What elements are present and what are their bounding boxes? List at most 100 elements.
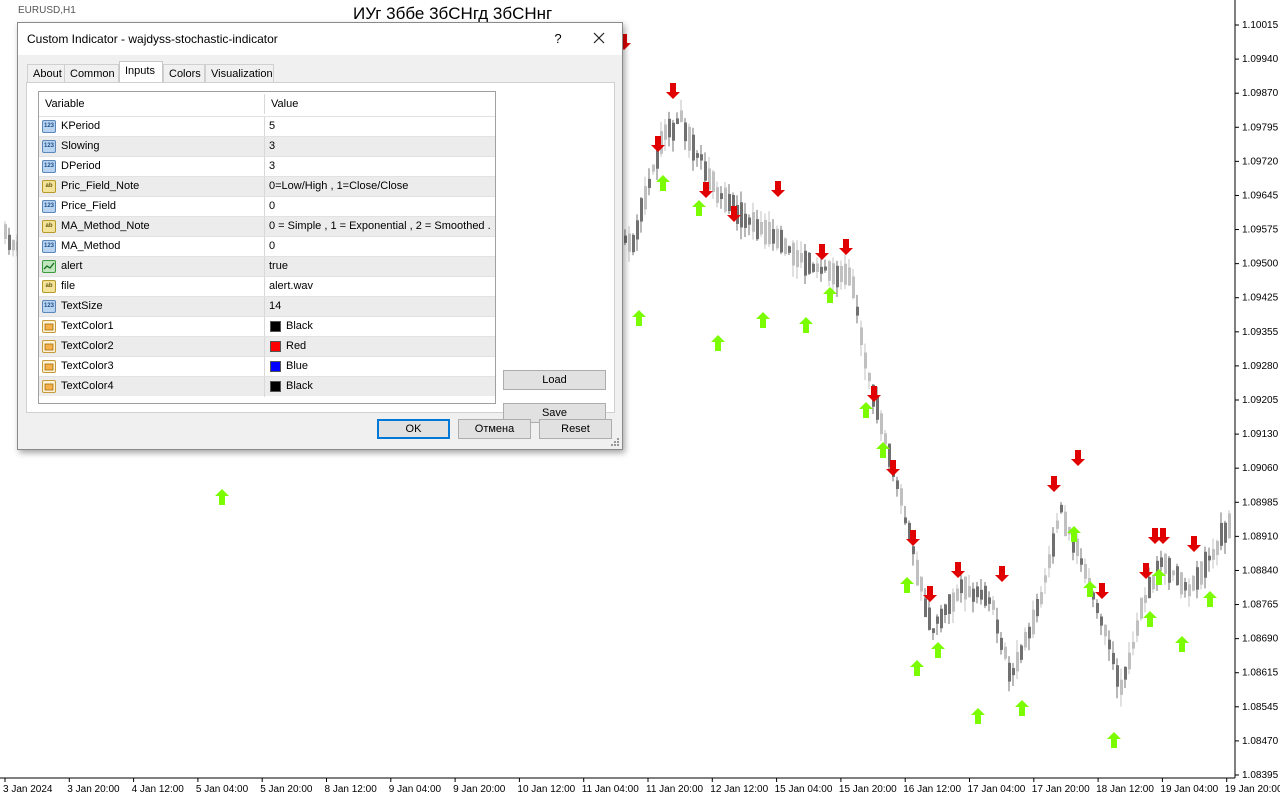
candle-body [1020, 645, 1023, 660]
time-label: 9 Jan 20:00 [453, 784, 506, 795]
candle-body [1228, 513, 1231, 539]
price-label: 1.09720 [1242, 156, 1279, 167]
reset-button[interactable]: Reset [539, 419, 612, 439]
candle-body [680, 110, 683, 122]
price-label: 1.09130 [1242, 429, 1279, 440]
variable-value[interactable]: 14 [269, 300, 491, 312]
dialog-titlebar[interactable]: Custom Indicator - wajdyss-stochastic-in… [18, 23, 622, 55]
variable-name: TextColor3 [61, 360, 114, 372]
color-swatch [270, 341, 281, 352]
variable-value[interactable]: alert.wav [269, 280, 491, 292]
grid-row-textcolor2[interactable]: TextColor2 Red [39, 336, 495, 357]
variable-name: KPeriod [61, 120, 101, 132]
variable-value[interactable]: 0 [269, 200, 491, 212]
close-button[interactable] [588, 27, 610, 49]
variable-value[interactable]: Black [286, 380, 491, 392]
header-value[interactable]: Value [271, 98, 298, 110]
time-label: 12 Jan 12:00 [710, 784, 768, 795]
resize-grip-icon[interactable] [608, 435, 620, 447]
candle-body [868, 372, 871, 382]
price-label: 1.08690 [1242, 634, 1279, 645]
grid-row-kperiod[interactable]: 123 KPeriod 5 [39, 116, 495, 137]
inputs-panel: Variable Value 123 KPeriod 5 123 Slowing 3 123… [26, 82, 615, 423]
column-separator [264, 377, 265, 397]
grid-row-file[interactable]: ab file alert.wav [39, 276, 495, 297]
grid-row-ma_method[interactable]: 123 MA_Method 0 [39, 236, 495, 257]
variable-name: TextColor2 [61, 340, 114, 352]
column-separator [264, 117, 265, 137]
header-variable[interactable]: Variable [45, 98, 85, 110]
candle-body [632, 234, 635, 253]
symbol-label: EURUSD,H1 [18, 5, 76, 16]
candle-body [1004, 646, 1007, 659]
grid-row-textsize[interactable]: 123 TextSize 14 [39, 296, 495, 317]
grid-row-textcolor4[interactable]: TextColor4 Black [39, 376, 495, 397]
tab-inputs[interactable]: Inputs [119, 61, 163, 82]
variable-value[interactable]: 0=Low/High , 1=Close/Close [269, 180, 491, 192]
variable-value[interactable]: Blue [286, 360, 491, 372]
candle-body [956, 588, 959, 601]
inputs-grid[interactable]: Variable Value 123 KPeriod 5 123 Slowing 3 123… [38, 91, 496, 404]
candle-body [716, 187, 719, 204]
candle-body [1084, 563, 1087, 579]
grid-row-price_field[interactable]: 123 Price_Field 0 [39, 196, 495, 217]
price-label: 1.09205 [1242, 395, 1279, 406]
candle-body [1008, 662, 1011, 682]
grid-row-pric_field_note[interactable]: ab Pric_Field_Note 0=Low/High , 1=Close/Cl… [39, 176, 495, 197]
candle-body [1220, 522, 1223, 546]
candle-body [764, 219, 767, 245]
variable-value[interactable]: 5 [269, 120, 491, 132]
grid-row-slowing[interactable]: 123 Slowing 3 [39, 136, 495, 157]
color-type-icon [42, 320, 56, 333]
candle-body [1112, 652, 1115, 665]
candle-body [960, 579, 963, 594]
candle-body [796, 250, 799, 268]
price-label: 1.09645 [1242, 190, 1279, 201]
grid-row-textcolor1[interactable]: TextColor1 Black [39, 316, 495, 337]
tab-about[interactable]: About [27, 64, 65, 82]
variable-value[interactable]: 0 = Simple , 1 = Exponential , 2 = Smoot… [269, 220, 491, 232]
ok-button[interactable]: OK [377, 419, 450, 439]
color-type-icon [42, 360, 56, 373]
tab-colors[interactable]: Colors [163, 64, 205, 82]
candle-body [1172, 570, 1175, 576]
candle-body [1128, 652, 1131, 670]
candle-body [800, 253, 803, 263]
candle-body [1136, 620, 1139, 636]
grid-row-dperiod[interactable]: 123 DPeriod 3 [39, 156, 495, 177]
price-label: 1.08470 [1242, 736, 1279, 747]
price-label: 1.09575 [1242, 225, 1279, 236]
candle-body [644, 186, 647, 210]
price-label: 1.08910 [1242, 531, 1279, 542]
load-button[interactable]: Load [503, 370, 606, 390]
time-label: 19 Jan 04:00 [1160, 784, 1218, 795]
candle-body [972, 588, 975, 602]
variable-value[interactable]: Red [286, 340, 491, 352]
variable-value[interactable]: 3 [269, 160, 491, 172]
variable-value[interactable]: Black [286, 320, 491, 332]
candle-body [948, 594, 951, 614]
grid-row-alert[interactable]: alert true [39, 256, 495, 277]
integer-type-icon: 123 [42, 200, 56, 213]
candle-body [1028, 626, 1031, 639]
cancel-button[interactable]: Отмена [458, 419, 531, 439]
time-label: 19 Jan 20:00 [1225, 784, 1280, 795]
grid-row-textcolor3[interactable]: TextColor3 Blue [39, 356, 495, 377]
candle-body [912, 546, 915, 555]
help-button[interactable]: ? [548, 29, 568, 49]
tab-visualization[interactable]: Visualization [205, 64, 274, 82]
variable-value[interactable]: true [269, 260, 491, 272]
variable-value[interactable]: 0 [269, 240, 491, 252]
candle-body [988, 597, 991, 604]
candle-body [1204, 551, 1207, 578]
candle-body [884, 433, 887, 445]
color-swatch [270, 361, 281, 372]
grid-row-ma_method_note[interactable]: ab MA_Method_Note 0 = Simple , 1 = Exponen… [39, 216, 495, 237]
price-label: 1.09940 [1242, 54, 1279, 65]
tab-common[interactable]: Common [64, 64, 119, 82]
variable-name: TextColor4 [61, 380, 114, 392]
candle-body [832, 263, 835, 285]
variable-value[interactable]: 3 [269, 140, 491, 152]
candle-body [1000, 637, 1003, 650]
close-icon [593, 32, 605, 44]
